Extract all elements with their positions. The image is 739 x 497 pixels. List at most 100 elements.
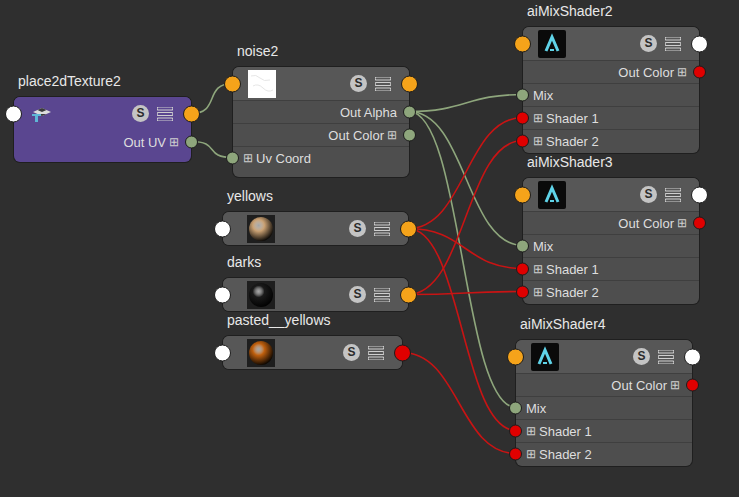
graph-node[interactable]: yellows S xyxy=(223,186,408,245)
expand-toggle[interactable]: ⊞ xyxy=(387,129,397,141)
node-body[interactable]: S xyxy=(223,336,402,369)
graph-node[interactable]: place2dTexture2 S Out UV ⊞ xyxy=(14,71,191,162)
input-port[interactable] xyxy=(226,152,239,165)
output-port[interactable] xyxy=(400,220,417,237)
swatch-toggle-badge[interactable]: S xyxy=(640,35,657,52)
graph-node[interactable]: aiMixShader3 S Out Color ⊞ Mix ⊞ Shader … xyxy=(523,152,699,304)
input-port[interactable] xyxy=(509,448,522,461)
input-port[interactable] xyxy=(507,348,524,365)
menu-icon[interactable] xyxy=(375,77,391,91)
graph-node[interactable]: pasted__yellows S xyxy=(223,310,402,369)
input-port[interactable] xyxy=(214,344,231,361)
swatch-toggle-badge[interactable]: S xyxy=(633,348,650,365)
expand-toggle[interactable]: ⊞ xyxy=(526,448,536,460)
swatch-toggle-badge[interactable]: S xyxy=(349,220,366,237)
graph-node[interactable]: aiMixShader2 S Out Color ⊞ Mix ⊞ Shader … xyxy=(523,1,699,153)
swatch-toggle-badge[interactable]: S xyxy=(132,105,149,122)
connection[interactable] xyxy=(408,118,523,229)
graph-node[interactable]: darks S xyxy=(223,252,408,311)
input-port[interactable] xyxy=(516,89,529,102)
output-port[interactable] xyxy=(686,379,699,392)
graph-node[interactable]: noise2 S Out Alpha Out Color ⊞ ⊞ Uv Coor… xyxy=(233,41,409,177)
connection[interactable] xyxy=(409,112,523,246)
swatch-toggle-badge[interactable]: S xyxy=(640,186,657,203)
input-port[interactable] xyxy=(516,240,529,253)
port-row[interactable]: Out Alpha xyxy=(233,100,409,123)
output-port[interactable] xyxy=(691,35,708,52)
output-port[interactable] xyxy=(693,217,706,230)
port-row[interactable]: Out UV ⊞ xyxy=(14,130,191,153)
expand-toggle[interactable]: ⊞ xyxy=(169,136,179,148)
menu-icon[interactable] xyxy=(368,346,384,360)
input-port[interactable] xyxy=(514,186,531,203)
connection[interactable] xyxy=(402,353,516,454)
output-port[interactable] xyxy=(183,105,200,122)
output-port[interactable] xyxy=(403,106,416,119)
port-row[interactable]: ⊞ Shader 2 xyxy=(523,280,699,303)
connection[interactable] xyxy=(409,95,523,112)
input-port[interactable] xyxy=(516,286,529,299)
expand-toggle[interactable]: ⊞ xyxy=(677,217,687,229)
swatch-toggle-badge[interactable]: S xyxy=(343,344,360,361)
node-body[interactable]: S Out Color ⊞ Mix ⊞ Shader 1 ⊞ Shader 2 xyxy=(523,27,699,153)
port-row[interactable]: Out Color ⊞ xyxy=(516,373,692,396)
node-body[interactable]: S Out Color ⊞ Mix ⊞ Shader 1 ⊞ Shader 2 xyxy=(523,178,699,304)
menu-icon[interactable] xyxy=(374,288,390,302)
port-row[interactable]: Mix xyxy=(516,396,692,419)
port-row[interactable]: ⊞ Shader 2 xyxy=(516,442,692,465)
connection[interactable] xyxy=(408,141,523,295)
output-port[interactable] xyxy=(400,286,417,303)
output-port[interactable] xyxy=(401,75,418,92)
port-row[interactable]: Out Color ⊞ xyxy=(233,123,409,146)
output-port[interactable] xyxy=(693,66,706,79)
output-port[interactable] xyxy=(691,186,708,203)
input-port[interactable] xyxy=(509,425,522,438)
port-row[interactable]: ⊞ Shader 1 xyxy=(523,257,699,280)
input-port[interactable] xyxy=(214,220,231,237)
port-row[interactable]: ⊞ Shader 1 xyxy=(523,106,699,129)
input-port[interactable] xyxy=(214,286,231,303)
expand-toggle[interactable]: ⊞ xyxy=(670,379,680,391)
port-row[interactable]: ⊞ Uv Coord xyxy=(233,146,409,169)
port-row[interactable]: Mix xyxy=(523,234,699,257)
input-port[interactable] xyxy=(509,402,522,415)
connection[interactable] xyxy=(409,112,516,408)
graph-node[interactable]: aiMixShader4 S Out Color ⊞ Mix ⊞ Shader … xyxy=(516,314,692,466)
input-port[interactable] xyxy=(516,112,529,125)
menu-icon[interactable] xyxy=(374,222,390,236)
input-port[interactable] xyxy=(516,135,529,148)
expand-toggle[interactable]: ⊞ xyxy=(533,263,543,275)
expand-toggle[interactable]: ⊞ xyxy=(526,425,536,437)
expand-toggle[interactable]: ⊞ xyxy=(533,135,543,147)
connection[interactable] xyxy=(408,292,523,295)
output-port[interactable] xyxy=(684,348,701,365)
input-port[interactable] xyxy=(5,105,22,122)
node-body[interactable]: S Out Color ⊞ Mix ⊞ Shader 1 ⊞ Shader 2 xyxy=(516,340,692,466)
menu-icon[interactable] xyxy=(658,350,674,364)
menu-icon[interactable] xyxy=(157,107,173,121)
node-body[interactable]: S xyxy=(223,278,408,311)
expand-toggle[interactable]: ⊞ xyxy=(677,66,687,78)
menu-icon[interactable] xyxy=(665,188,681,202)
input-port[interactable] xyxy=(514,35,531,52)
expand-toggle[interactable]: ⊞ xyxy=(243,152,253,164)
node-body[interactable]: S Out Alpha Out Color ⊞ ⊞ Uv Coord xyxy=(233,67,409,177)
expand-toggle[interactable]: ⊞ xyxy=(533,286,543,298)
output-port[interactable] xyxy=(185,136,198,149)
node-body[interactable]: S xyxy=(223,212,408,245)
port-row[interactable]: Out Color ⊞ xyxy=(523,60,699,83)
menu-icon[interactable] xyxy=(665,37,681,51)
connection[interactable] xyxy=(408,229,523,269)
output-port[interactable] xyxy=(394,344,411,361)
port-row[interactable]: ⊞ Shader 2 xyxy=(523,129,699,152)
node-editor-canvas[interactable]: place2dTexture2 S Out UV ⊞ noise2 S Out A… xyxy=(0,0,739,497)
expand-toggle[interactable]: ⊞ xyxy=(533,112,543,124)
output-port[interactable] xyxy=(403,129,416,142)
swatch-toggle-badge[interactable]: S xyxy=(350,75,367,92)
port-row[interactable]: ⊞ Shader 1 xyxy=(516,419,692,442)
swatch-toggle-badge[interactable]: S xyxy=(349,286,366,303)
input-port[interactable] xyxy=(224,75,241,92)
connection[interactable] xyxy=(408,229,516,431)
node-body[interactable]: S Out UV ⊞ xyxy=(14,97,191,162)
port-row[interactable]: Mix xyxy=(523,83,699,106)
